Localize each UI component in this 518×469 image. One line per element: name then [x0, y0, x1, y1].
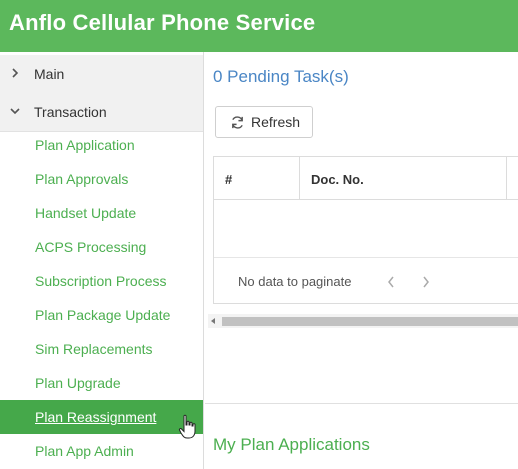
sidebar: Main Transaction Plan Application Plan A… — [0, 52, 204, 469]
column-header-label: # — [225, 172, 233, 187]
sidebar-item-label: Plan Approvals — [35, 171, 129, 187]
sidebar-group-transaction[interactable]: Transaction — [0, 93, 203, 132]
scroll-left-arrow-icon[interactable] — [210, 318, 216, 324]
grid-body — [214, 201, 518, 258]
chevron-down-icon — [10, 108, 20, 115]
sidebar-item-label: Plan Application — [35, 137, 135, 153]
column-header-truncated[interactable] — [507, 157, 518, 200]
pending-tasks-title: 0 Pending Task(s) — [213, 67, 349, 86]
sidebar-item-label: Plan Upgrade — [35, 375, 121, 391]
refresh-button[interactable]: Refresh — [215, 106, 313, 138]
column-header-doc-no[interactable]: Doc. No. — [300, 157, 507, 200]
refresh-icon — [232, 116, 243, 129]
chevron-right-icon — [12, 68, 19, 78]
hand-cursor-icon — [178, 414, 196, 439]
sidebar-item-sim-replacements[interactable]: Sim Replacements — [0, 332, 203, 366]
sidebar-item-label: Handset Update — [35, 205, 137, 221]
sidebar-item-label: Plan Reassignment — [35, 409, 157, 425]
horizontal-scrollbar[interactable] — [208, 314, 518, 328]
app-header: Anflo Cellular Phone Service — [0, 0, 518, 52]
pending-tasks-grid: # Doc. No. No data to paginate — [213, 156, 518, 304]
pager-status: No data to paginate — [238, 274, 352, 289]
sidebar-item-acps-processing[interactable]: ACPS Processing — [0, 230, 203, 264]
grid-header: # Doc. No. — [214, 157, 518, 200]
section-divider — [205, 403, 518, 404]
refresh-label: Refresh — [251, 114, 301, 130]
sidebar-item-plan-upgrade[interactable]: Plan Upgrade — [0, 366, 203, 400]
main-content: 0 Pending Task(s) Refresh # Doc. No. No … — [205, 52, 518, 469]
sidebar-item-subscription-process[interactable]: Subscription Process — [0, 264, 203, 298]
sidebar-item-plan-approvals[interactable]: Plan Approvals — [0, 162, 203, 196]
scrollbar-thumb[interactable] — [222, 317, 518, 326]
sidebar-group-main[interactable]: Main — [0, 55, 203, 94]
sidebar-item-label: Subscription Process — [35, 273, 167, 289]
column-header-label: Doc. No. — [311, 172, 364, 187]
chevron-left-icon[interactable] — [386, 275, 396, 289]
sidebar-item-label: Sim Replacements — [35, 341, 153, 357]
column-header-number[interactable]: # — [214, 157, 300, 200]
sidebar-item-plan-app-admin[interactable]: Plan App Admin — [0, 434, 203, 468]
sidebar-item-plan-reassignment[interactable]: Plan Reassignment — [0, 400, 203, 434]
sidebar-item-plan-application[interactable]: Plan Application — [0, 128, 203, 162]
app-title: Anflo Cellular Phone Service — [9, 10, 316, 35]
my-plan-applications-title: My Plan Applications — [213, 435, 370, 454]
sidebar-item-label: Plan App Admin — [35, 443, 134, 459]
sidebar-item-label: Plan Package Update — [35, 307, 171, 323]
chevron-right-icon[interactable] — [421, 275, 431, 289]
sidebar-item-handset-update[interactable]: Handset Update — [0, 196, 203, 230]
sidebar-item-plan-package-update[interactable]: Plan Package Update — [0, 298, 203, 332]
grid-pager: No data to paginate — [214, 259, 518, 305]
sidebar-group-label: Transaction — [34, 104, 107, 120]
sidebar-group-label: Main — [34, 66, 65, 82]
sidebar-item-label: ACPS Processing — [35, 239, 147, 255]
